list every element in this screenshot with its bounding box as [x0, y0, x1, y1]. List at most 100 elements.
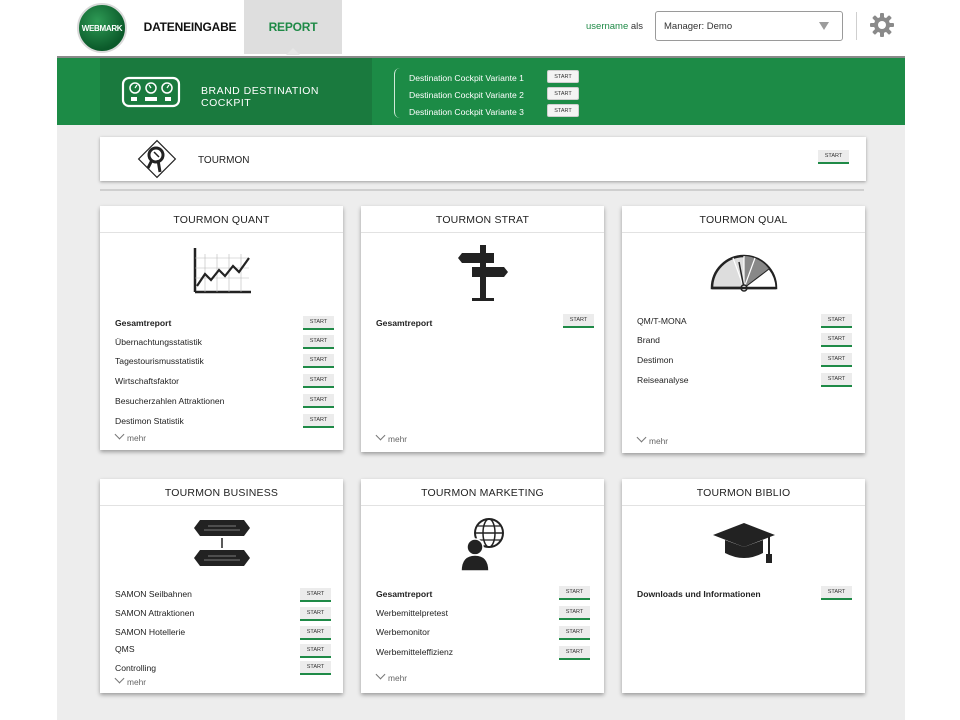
list-item-label: Tagestourismusstatistik [115, 356, 204, 366]
list-item-label: Destimon Statistik [115, 416, 184, 426]
start-button[interactable]: START [559, 646, 590, 660]
variant-2-start-button[interactable]: START [547, 87, 579, 100]
card-title: TOURMON QUAL [622, 206, 865, 233]
card-title: TOURMON BUSINESS [100, 479, 343, 506]
list-item-label: Controlling [115, 663, 157, 673]
list-item: Destimon Statistik START [115, 414, 335, 430]
variant-3-start-button[interactable]: START [547, 104, 579, 117]
dashboard-gauges-icon [121, 76, 181, 108]
start-button[interactable]: START [303, 316, 334, 330]
list-item: Werbemittelpretest START [376, 606, 596, 622]
list-item: QMS START [115, 642, 335, 658]
tourmon-card: TOURMON START [100, 137, 866, 181]
card-icon-wrap [361, 517, 604, 571]
start-button[interactable]: START [300, 607, 331, 621]
start-button[interactable]: START [300, 588, 331, 602]
start-button[interactable]: START [821, 333, 852, 347]
list-item: SAMON Hotellerie START [115, 625, 335, 641]
list-item: Gesamtreport START [376, 314, 596, 332]
variant-row: Destination Cockpit Variante 1 START [409, 70, 589, 85]
more-link[interactable]: mehr [114, 673, 147, 687]
gear-icon[interactable] [868, 11, 896, 39]
card-title: TOURMON STRAT [361, 206, 604, 233]
start-button[interactable]: START [303, 335, 334, 349]
list-item-label: Wirtschaftsfaktor [115, 376, 179, 386]
chevron-down-icon [375, 430, 386, 441]
more-link[interactable]: mehr [375, 430, 407, 444]
start-button[interactable]: START [821, 586, 852, 600]
list-item-label: SAMON Hotellerie [115, 627, 186, 637]
start-button[interactable]: START [300, 661, 331, 675]
webmark-logo[interactable]: WEBMARK [77, 3, 127, 53]
list-item: Gesamtreport START [376, 586, 596, 603]
list-item-label: Brand [637, 335, 660, 345]
start-button[interactable]: START [563, 314, 594, 328]
signpost-icon [457, 245, 508, 301]
list-item: Brand START [637, 333, 857, 349]
card-tourmon-marketing: TOURMON MARKETING Gesamtreport START Wer… [361, 479, 604, 693]
list-item: SAMON Attraktionen START [115, 606, 335, 622]
variant-label: Destination Cockpit Variante 2 [409, 90, 524, 100]
more-link[interactable]: mehr [375, 669, 407, 683]
card-title: TOURMON BIBLIO [622, 479, 865, 506]
variant-label: Destination Cockpit Variante 3 [409, 107, 524, 117]
start-button[interactable]: START [821, 353, 852, 367]
list-item-label: Gesamtreport [376, 589, 433, 599]
manager-select[interactable]: Manager: Demo [655, 11, 843, 41]
user-label: username als [586, 21, 643, 32]
card-tourmon-biblio: TOURMON BIBLIO Downloads und Information… [622, 479, 865, 693]
tourmon-start-button[interactable]: START [818, 150, 849, 164]
chevron-down-icon [636, 432, 647, 443]
start-button[interactable]: START [821, 314, 852, 328]
start-button[interactable]: START [303, 354, 334, 368]
tab-dateneingabe[interactable]: DATENEINGABE [140, 0, 240, 54]
start-button[interactable]: START [303, 374, 334, 388]
top-navigation-bar: WEBMARK DATENEINGABE REPORT username als… [0, 0, 960, 56]
list-item-label: Destimon [637, 355, 674, 365]
header-divider [856, 12, 857, 40]
start-button[interactable]: START [559, 586, 590, 600]
list-item: Werbemitteleffizienz START [376, 645, 596, 661]
start-button[interactable]: START [559, 606, 590, 620]
more-link[interactable]: mehr [636, 432, 669, 446]
cockpit-variants-list: Destination Cockpit Variante 1 START Des… [394, 68, 584, 118]
list-item-label: QMS [115, 644, 135, 654]
cockpit-panel[interactable]: BRAND DESTINATION COCKPIT [100, 58, 372, 125]
list-item-label: Gesamtreport [115, 318, 172, 328]
more-label: mehr [127, 677, 147, 687]
card-tourmon-qual: TOURMON QUAL QM/T-MONA START Brand START [622, 206, 865, 453]
card-icon-wrap [361, 243, 604, 301]
list-item: Reiseanalyse START [637, 373, 857, 389]
card-tourmon-quant: TOURMON QUANT Gesamtreport START Übernac… [100, 206, 343, 450]
signboards-icon [193, 520, 250, 566]
user-suffix-text: als [630, 21, 644, 32]
globe-person-icon [459, 518, 504, 571]
card-title: TOURMON QUANT [100, 206, 343, 233]
section-divider [100, 189, 864, 191]
list-item: Downloads und Informationen START [637, 586, 857, 603]
variant-row: Destination Cockpit Variante 2 START [409, 87, 589, 102]
start-button[interactable]: START [821, 373, 852, 387]
list-item: Übernachtungsstatistik START [115, 335, 335, 351]
start-button[interactable]: START [303, 414, 334, 428]
tab-report[interactable]: REPORT [244, 0, 342, 55]
list-item-label: Downloads und Informationen [637, 589, 761, 599]
more-label: mehr [649, 436, 669, 446]
variant-1-start-button[interactable]: START [547, 70, 579, 83]
start-button[interactable]: START [300, 626, 331, 640]
more-label: mehr [127, 433, 147, 443]
list-item: Wirtschaftsfaktor START [115, 374, 335, 390]
card-icon-wrap [622, 519, 865, 567]
variant-row: Destination Cockpit Variante 3 START [409, 104, 589, 119]
list-item-label: Reiseanalyse [637, 375, 689, 385]
start-button[interactable]: START [559, 626, 590, 640]
list-item: QM/T-MONA START [637, 314, 857, 330]
start-button[interactable]: START [300, 644, 331, 658]
list-item: Gesamtreport START [115, 316, 335, 332]
card-icon-wrap [100, 246, 343, 296]
card-tourmon-strat: TOURMON STRAT Gesamtreport START mehr [361, 206, 604, 452]
list-item-label: Werbemonitor [376, 627, 430, 637]
start-button[interactable]: START [303, 394, 334, 408]
more-link[interactable]: mehr [114, 429, 147, 443]
list-item-label: QM/T-MONA [637, 316, 687, 326]
